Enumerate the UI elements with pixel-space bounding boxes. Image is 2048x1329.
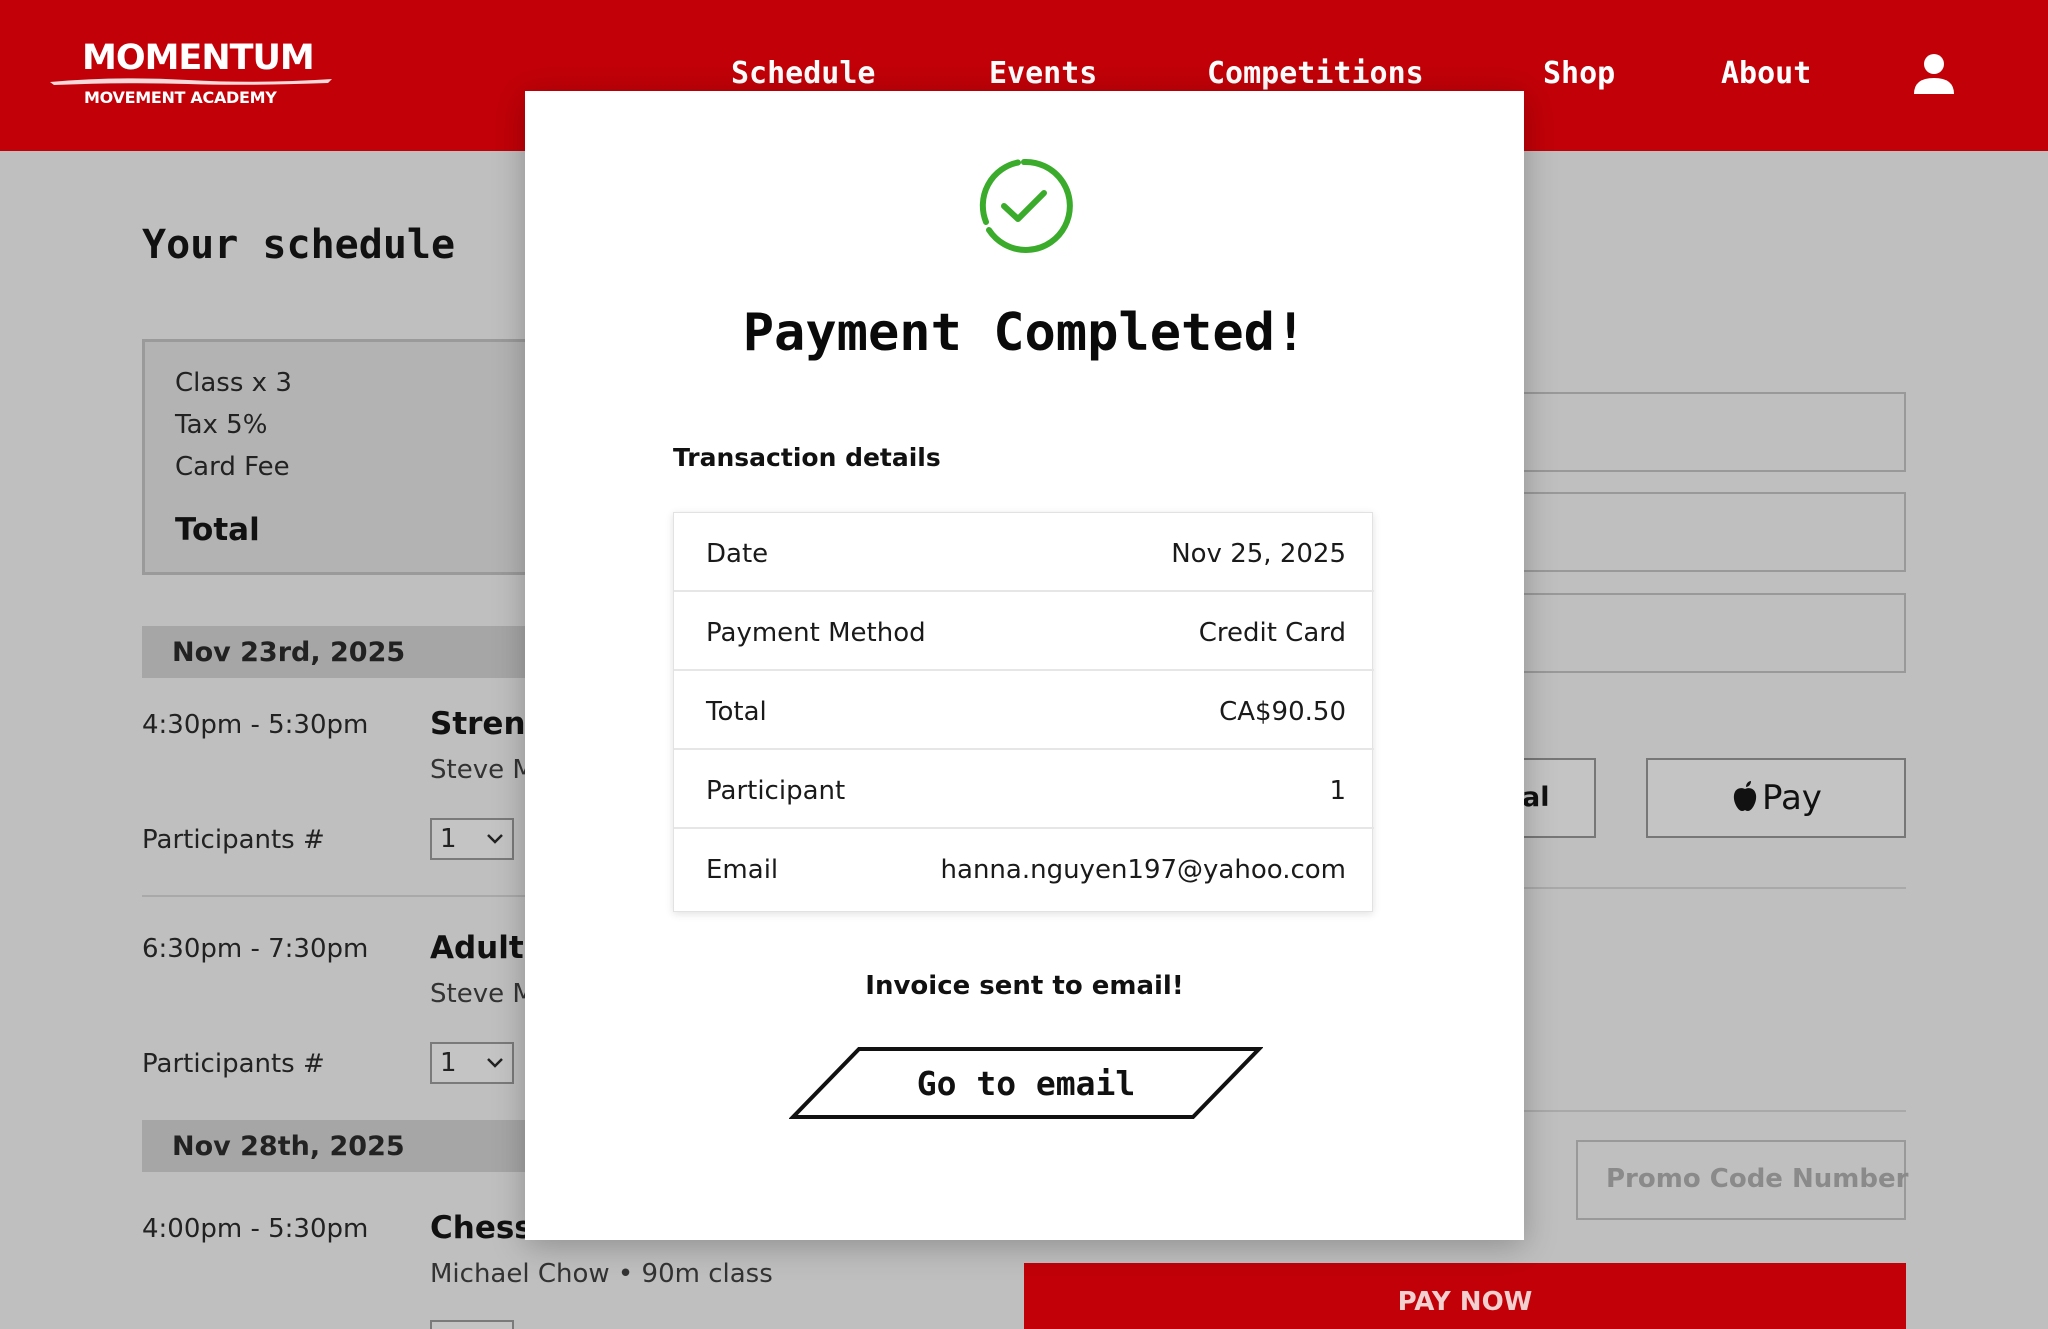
nav-schedule[interactable]: Schedule bbox=[731, 56, 876, 91]
brand-name: MOMENTUM bbox=[82, 38, 315, 78]
class-divider bbox=[142, 895, 562, 897]
form-field[interactable] bbox=[1500, 492, 1906, 572]
date-header: Nov 23rd, 2025 bbox=[142, 626, 562, 678]
class-time: 6:30pm - 7:30pm bbox=[142, 934, 369, 964]
participants-select[interactable]: 1 bbox=[430, 818, 514, 860]
detail-value: hanna.nguyen197@yahoo.com bbox=[940, 855, 1346, 885]
instructor-name: Michael Chow bbox=[430, 1259, 610, 1289]
transaction-details-label: Transaction details bbox=[673, 443, 941, 472]
summary-line-classes: Class x 3 bbox=[175, 368, 292, 398]
apple-pay-button[interactable]: Pay bbox=[1646, 758, 1906, 838]
nav-competitions[interactable]: Competitions bbox=[1207, 56, 1424, 91]
pay-now-label: PAY NOW bbox=[1397, 1287, 1533, 1317]
detail-row-payment-method: Payment Method Credit Card bbox=[674, 592, 1374, 671]
section-divider bbox=[1500, 887, 1906, 889]
invoice-sent-message: Invoice sent to email! bbox=[865, 971, 1184, 1001]
apple-pay-label: Pay bbox=[1762, 778, 1822, 818]
participants-label: Participants # bbox=[142, 1049, 325, 1079]
summary-line-tax: Tax 5% bbox=[175, 410, 268, 440]
detail-row-total: Total CA$90.50 bbox=[674, 671, 1374, 750]
order-summary: Class x 3 Tax 5% Card Fee Total bbox=[142, 339, 542, 575]
brand-logo[interactable]: MOMENTUM MOVEMENT ACADEMY bbox=[44, 38, 334, 112]
participants-select[interactable] bbox=[430, 1320, 514, 1329]
modal-title: Payment Completed! bbox=[742, 303, 1307, 363]
chevron-down-icon bbox=[487, 1058, 503, 1068]
class-time: 4:30pm - 5:30pm bbox=[142, 710, 369, 740]
pay-now-button[interactable]: PAY NOW bbox=[1024, 1263, 1906, 1329]
date-label: Nov 28th, 2025 bbox=[172, 1131, 405, 1162]
chevron-down-icon bbox=[487, 834, 503, 844]
class-instructor: Michael Chow • 90m class bbox=[430, 1259, 773, 1289]
detail-label: Total bbox=[706, 697, 767, 727]
date-label: Nov 23rd, 2025 bbox=[172, 637, 406, 668]
form-field[interactable] bbox=[1500, 392, 1906, 472]
page-title: Your schedule bbox=[142, 222, 456, 268]
paypal-label: al bbox=[1522, 782, 1550, 813]
promo-code-input[interactable]: Promo Code Number bbox=[1576, 1140, 1909, 1220]
participants-select[interactable]: 1 bbox=[430, 1042, 514, 1084]
class-duration: 90m class bbox=[641, 1259, 773, 1289]
summary-line-card-fee: Card Fee bbox=[175, 452, 290, 482]
class-instructor: Steve M bbox=[430, 979, 535, 1009]
nav-shop[interactable]: Shop bbox=[1543, 56, 1615, 91]
payment-success-modal: Payment Completed! Transaction details D… bbox=[525, 91, 1524, 1240]
class-name: Chess bbox=[430, 1210, 533, 1246]
participants-value: 1 bbox=[440, 1048, 457, 1078]
brand-tagline: MOVEMENT ACADEMY bbox=[84, 88, 277, 107]
detail-row-date: Date Nov 25, 2025 bbox=[674, 513, 1374, 592]
promo-placeholder: Promo Code Number bbox=[1606, 1164, 1909, 1194]
class-time: 4:00pm - 5:30pm bbox=[142, 1214, 369, 1244]
section-divider bbox=[1500, 1110, 1906, 1112]
detail-row-email: Email hanna.nguyen197@yahoo.com bbox=[674, 829, 1374, 908]
detail-value: Nov 25, 2025 bbox=[1171, 539, 1346, 569]
detail-value: 1 bbox=[1329, 776, 1346, 806]
go-to-email-label: Go to email bbox=[916, 1064, 1136, 1103]
detail-value: Credit Card bbox=[1198, 618, 1346, 648]
summary-total-label: Total bbox=[175, 512, 260, 548]
detail-row-participant: Participant 1 bbox=[674, 750, 1374, 829]
detail-label: Email bbox=[706, 855, 779, 885]
separator-dot: • bbox=[617, 1259, 642, 1289]
go-to-email-button[interactable]: Go to email bbox=[789, 1046, 1263, 1120]
nav-events[interactable]: Events bbox=[989, 56, 1097, 91]
user-icon[interactable] bbox=[1912, 52, 1956, 96]
participants-value: 1 bbox=[440, 824, 457, 854]
detail-value: CA$90.50 bbox=[1219, 697, 1346, 727]
detail-label: Participant bbox=[706, 776, 846, 806]
detail-label: Payment Method bbox=[706, 618, 926, 648]
participants-label: Participants # bbox=[142, 825, 325, 855]
form-field[interactable] bbox=[1500, 593, 1906, 673]
nav-about[interactable]: About bbox=[1721, 56, 1811, 91]
transaction-details-table: Date Nov 25, 2025 Payment Method Credit … bbox=[673, 512, 1374, 912]
check-circle-icon bbox=[979, 158, 1073, 253]
date-header: Nov 28th, 2025 bbox=[142, 1120, 562, 1172]
class-instructor: Steve M bbox=[430, 755, 535, 785]
apple-icon bbox=[1733, 781, 1757, 811]
detail-label: Date bbox=[706, 539, 769, 569]
